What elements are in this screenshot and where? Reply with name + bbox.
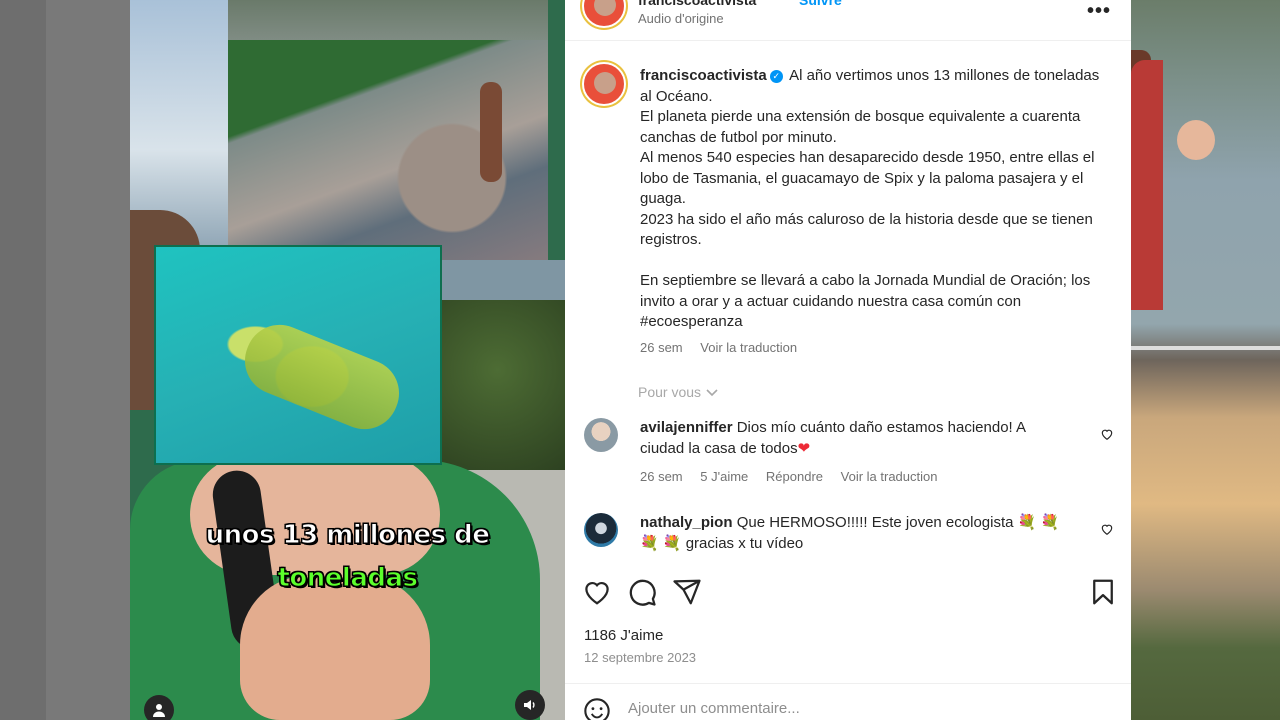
tagged-users-button[interactable]: [144, 695, 174, 720]
video-subtitle-line2: toneladas: [277, 563, 419, 594]
likes-count[interactable]: 1186 J'aime: [584, 627, 663, 644]
comment-meta: 26 sem 5 J'aime Répondre Voir la traduct…: [640, 469, 951, 484]
post-panel: franciscoactivista Suivre Audio d'origin…: [565, 0, 1131, 720]
header-divider: [565, 40, 1131, 41]
backdrop-right: [1131, 0, 1280, 720]
post-actions: [582, 577, 1122, 609]
video-child: [480, 82, 502, 182]
footer-divider: [565, 683, 1131, 684]
comment-text: Que HERMOSO!!!!! Este joven ecologista: [736, 514, 1014, 531]
comment-text-end: gracias x tu vídeo: [685, 534, 804, 552]
video-inset-bottle: [154, 245, 442, 465]
comment-likes[interactable]: 5 J'aime: [700, 469, 748, 484]
backdrop-person: [1131, 60, 1163, 310]
chevron-down-icon: [706, 389, 718, 397]
post-caption: franciscoactivista ✓ Al año vertimos unos…: [640, 66, 1100, 333]
hashtag-link[interactable]: #ecoesperanza: [640, 313, 743, 330]
speaker-icon: [524, 700, 535, 710]
video-trees: [430, 300, 565, 475]
post-video[interactable]: unos 13 millones de toneladas: [130, 0, 565, 720]
caption-meta: 26 sem Voir la traduction: [640, 340, 811, 355]
red-heart-emoji: ❤: [797, 439, 811, 457]
comment-input[interactable]: [628, 700, 1088, 717]
comment-avatar[interactable]: [584, 418, 618, 452]
backdrop-left: [0, 0, 130, 720]
caption-time[interactable]: 26 sem: [640, 340, 683, 355]
comment: avilajenniffer Dios mío cuánto daño esta…: [640, 418, 1060, 459]
backdrop-edge: [46, 0, 130, 720]
caption-username[interactable]: franciscoactivista: [640, 67, 767, 84]
backdrop-hand: [1177, 120, 1215, 160]
comment-icon[interactable]: [627, 577, 657, 607]
bottle-image: [234, 314, 410, 440]
comment-avatar[interactable]: [584, 513, 618, 547]
reply-button[interactable]: Répondre: [766, 469, 823, 484]
for-you-toggle[interactable]: Pour vous: [638, 384, 719, 400]
comment-see-translation[interactable]: Voir la traduction: [841, 469, 938, 484]
audio-toggle-button[interactable]: [515, 690, 545, 720]
audio-label[interactable]: Audio d'origine: [638, 11, 724, 26]
caption-line-3: 2023 ha sido el año más caluroso de la h…: [640, 210, 1093, 249]
comment: nathaly_pion Que HERMOSO!!!!! Este joven…: [640, 513, 1060, 554]
for-you-label: Pour vous: [638, 384, 702, 400]
caption-avatar[interactable]: [582, 62, 626, 106]
comment-username[interactable]: avilajenniffer: [640, 419, 733, 436]
comment-like-heart-icon[interactable]: [1100, 522, 1114, 536]
post-date: 12 septembre 2023: [584, 650, 697, 665]
author-avatar[interactable]: [582, 0, 626, 28]
comment-time[interactable]: 26 sem: [640, 469, 683, 484]
verified-badge-icon: ✓: [769, 70, 783, 83]
caption-see-translation[interactable]: Voir la traduction: [700, 340, 797, 355]
caption-line-1: El planeta pierde una extensión de bosqu…: [640, 108, 1081, 146]
emoji-icon[interactable]: [583, 697, 611, 720]
comment-like-heart-icon[interactable]: [1100, 427, 1114, 441]
video-subtitle-line1: unos 13 millones de: [205, 520, 490, 551]
heart-icon[interactable]: [582, 577, 612, 607]
caption-line-5: En septiembre se llevará a cabo la Jorna…: [640, 272, 1091, 310]
author-username[interactable]: franciscoactivista: [638, 0, 756, 8]
follow-button[interactable]: Suivre: [799, 0, 842, 8]
video-speaker-hand: [240, 575, 430, 720]
more-options-button[interactable]: •••: [1087, 0, 1111, 23]
backdrop-divider: [1131, 346, 1280, 350]
comment-username[interactable]: nathaly_pion: [640, 514, 733, 531]
caption-line-2: Al menos 540 especies han desaparecido d…: [640, 149, 1095, 207]
bookmark-icon[interactable]: [1088, 577, 1118, 607]
share-icon[interactable]: [672, 577, 702, 607]
user-icon: [153, 704, 165, 717]
